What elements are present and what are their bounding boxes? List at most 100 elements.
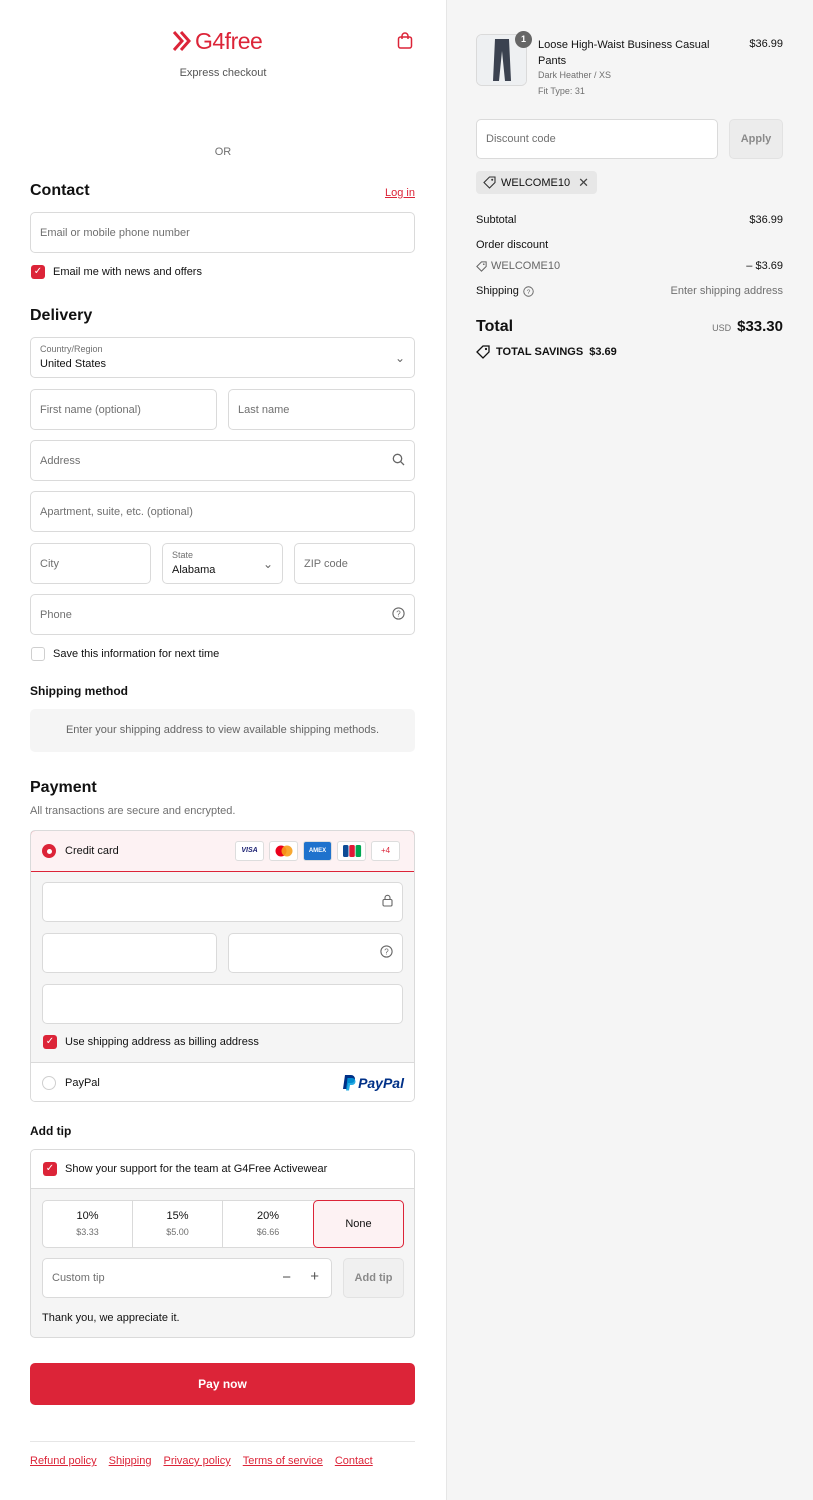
last-name-field[interactable]: Last name [228,389,415,430]
lock-icon [382,894,393,910]
login-link[interactable]: Log in [385,187,415,199]
credit-card-option[interactable]: Credit card VISA AMEX +4 [31,831,414,872]
paypal-radio[interactable] [42,1076,56,1090]
credit-card-radio[interactable] [42,844,56,858]
svg-text:?: ? [384,948,389,957]
checkout-main: G4free Express checkout OR Contact Log i… [0,0,446,1500]
save-info-checkbox[interactable] [31,647,45,661]
privacy-policy-link[interactable]: Privacy policy [163,1455,230,1467]
first-name-field[interactable]: First name (optional) [30,389,217,430]
newsletter-label: Email me with news and offers [53,266,202,278]
tag-icon [483,176,496,189]
shipping-row: Shipping ? Enter shipping address [476,285,783,297]
credit-card-label: Credit card [65,845,119,857]
tip-thanks: Thank you, we appreciate it. [42,1312,180,1324]
terms-of-service-link[interactable]: Terms of service [243,1455,323,1467]
tip-option-15[interactable]: 15% $5.00 [133,1201,223,1247]
expiration-field[interactable] [42,933,217,973]
contact-link[interactable]: Contact [335,1455,373,1467]
logo-chevron-icon [172,31,192,51]
tip-option-none[interactable]: None [313,1200,404,1248]
footer-links: Refund policy Shipping Privacy policy Terms… [30,1455,385,1467]
paypal-option[interactable]: PayPal PayPal [31,1062,414,1101]
security-code-field[interactable]: ? [228,933,403,973]
product-fit: Fit Type: 31 [538,86,585,96]
payment-subtitle: All transactions are secure and encrypte… [30,805,236,817]
plus-icon[interactable]: + [310,1268,319,1285]
total-amount: USD $33.30 [712,318,783,335]
tip-heading: Add tip [30,1124,72,1138]
footer-divider [30,1441,415,1442]
tip-box: ✓ Show your support for the team at G4Fr… [30,1149,415,1338]
chevron-down-icon: ⌄ [394,350,405,365]
phone-field[interactable]: Phone ? [30,594,415,635]
discount-code-field[interactable]: Discount code [476,119,718,159]
order-discount-row: Order discount [476,239,549,251]
help-icon[interactable]: ? [380,945,393,961]
quantity-badge: 1 [515,31,532,48]
currency-label: USD [712,323,732,333]
more-cards-badge: +4 [371,841,400,861]
tip-support-row[interactable]: ✓ Show your support for the team at G4Fr… [31,1150,414,1189]
payment-heading: Payment [30,779,97,796]
pay-now-button[interactable]: Pay now [30,1363,415,1405]
newsletter-checkbox[interactable]: ✓ [31,265,45,279]
payment-methods: Credit card VISA AMEX +4 ? ✓ Use shippin… [30,830,415,1102]
brand-logo[interactable]: G4free [172,27,263,54]
or-divider: OR [214,146,232,158]
tip-support-checkbox[interactable]: ✓ [43,1162,57,1176]
total-savings: TOTAL SAVINGS $3.69 [476,345,617,359]
delivery-heading: Delivery [30,307,93,324]
jcb-icon [337,841,366,861]
paypal-icon [343,1075,356,1091]
amex-icon: AMEX [303,841,332,861]
help-icon[interactable]: ? [392,606,405,623]
applied-discount-tag: WELCOME10 ✕ [476,171,597,194]
tip-option-20[interactable]: 20% $6.66 [223,1201,313,1247]
apartment-field[interactable]: Apartment, suite, etc. (optional) [30,491,415,532]
visa-icon: VISA [235,841,264,861]
search-icon [392,453,405,469]
svg-text:?: ? [396,609,401,618]
tag-icon [476,260,487,272]
product-price: $36.99 [749,38,783,50]
product-name: Loose High-Waist Business Casual Pants [538,39,710,67]
total-value: $33.30 [737,318,783,335]
mastercard-icon [269,841,298,861]
savings-tag-icon [476,345,490,359]
cart-icon[interactable] [397,32,413,53]
shipping-link[interactable]: Shipping [109,1455,152,1467]
remove-discount-icon[interactable]: ✕ [578,175,589,191]
email-field[interactable]: Email or mobile phone number [30,212,415,253]
tip-options: 10% $3.33 15% $5.00 20% $6.66 None [42,1200,404,1248]
city-field[interactable]: City [30,543,151,584]
discount-code-row: WELCOME10 – $3.69 [476,260,783,275]
state-select[interactable]: State Alabama ⌄ [162,543,283,584]
subtotal-row: Subtotal $36.99 [476,214,783,226]
product-thumbnail: 1 [476,31,532,86]
tip-option-10[interactable]: 10% $3.33 [43,1201,133,1247]
name-on-card-field[interactable] [42,984,403,1024]
apply-button[interactable]: Apply [729,119,783,159]
zip-field[interactable]: ZIP code [294,543,415,584]
custom-tip-field[interactable]: Custom tip − + [42,1258,332,1298]
add-tip-button[interactable]: Add tip [343,1258,404,1298]
shipping-method-notice: Enter your shipping address to view avai… [30,709,415,752]
billing-address-checkbox[interactable]: ✓ [43,1035,57,1049]
contact-heading: Contact [30,182,90,199]
svg-text:?: ? [526,289,530,296]
address-field[interactable]: Address [30,440,415,481]
brand-name: G4free [195,27,263,54]
help-icon[interactable]: ? [523,285,534,297]
shipping-method-heading: Shipping method [30,684,128,698]
minus-icon[interactable]: − [282,1269,291,1286]
paypal-logo: PayPal [342,1074,404,1091]
billing-address-label: Use shipping address as billing address [65,1036,259,1048]
country-select[interactable]: Country/Region United States ⌄ [30,337,415,378]
product-variant: Dark Heather / XS [538,70,612,80]
card-number-field[interactable] [42,882,403,922]
refund-policy-link[interactable]: Refund policy [30,1455,97,1467]
total-label: Total [476,318,514,335]
express-checkout-label: Express checkout [179,67,267,79]
chevron-down-icon: ⌄ [262,556,273,571]
